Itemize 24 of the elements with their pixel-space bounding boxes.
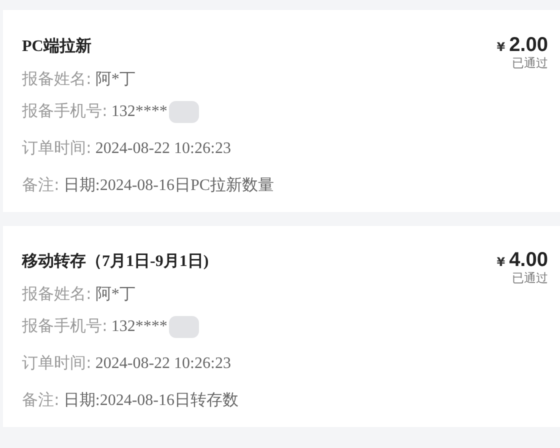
order-status: 已通过 (512, 270, 548, 284)
field-value: 2024-08-22 10:26:23 (95, 354, 231, 372)
field-value: 132**** (111, 318, 168, 336)
order-amount: 2.00 (509, 34, 548, 57)
field-label: 备注: (22, 175, 60, 196)
field-value: 2024-08-22 10:26:23 (95, 140, 231, 158)
field-value: 132**** (111, 102, 168, 120)
order-amount: 4.00 (509, 249, 548, 272)
order-title: 移动转存（7月1日-9月1日) (22, 252, 209, 272)
field-label: 订单时间: (22, 138, 92, 159)
field-label: 报备手机号: (22, 316, 108, 337)
field-label: 报备手机号: (22, 101, 108, 122)
order-status: 已通过 (512, 55, 548, 69)
field-value: 阿*丁 (95, 70, 136, 90)
currency-symbol: ¥ (496, 255, 506, 269)
field-value: 阿*丁 (95, 285, 136, 305)
field-label: 报备姓名: (22, 69, 92, 90)
order-title: PC端拉新 (22, 36, 92, 57)
currency-symbol: ¥ (496, 40, 506, 54)
field-value: 日期:2024-08-16日转存数 (63, 391, 238, 411)
field-label: 订单时间: (22, 353, 92, 374)
field-label: 备注: (22, 390, 60, 411)
field-label: 报备姓名: (22, 284, 92, 305)
field-value: 日期:2024-08-16日PC拉新数量 (63, 176, 274, 196)
